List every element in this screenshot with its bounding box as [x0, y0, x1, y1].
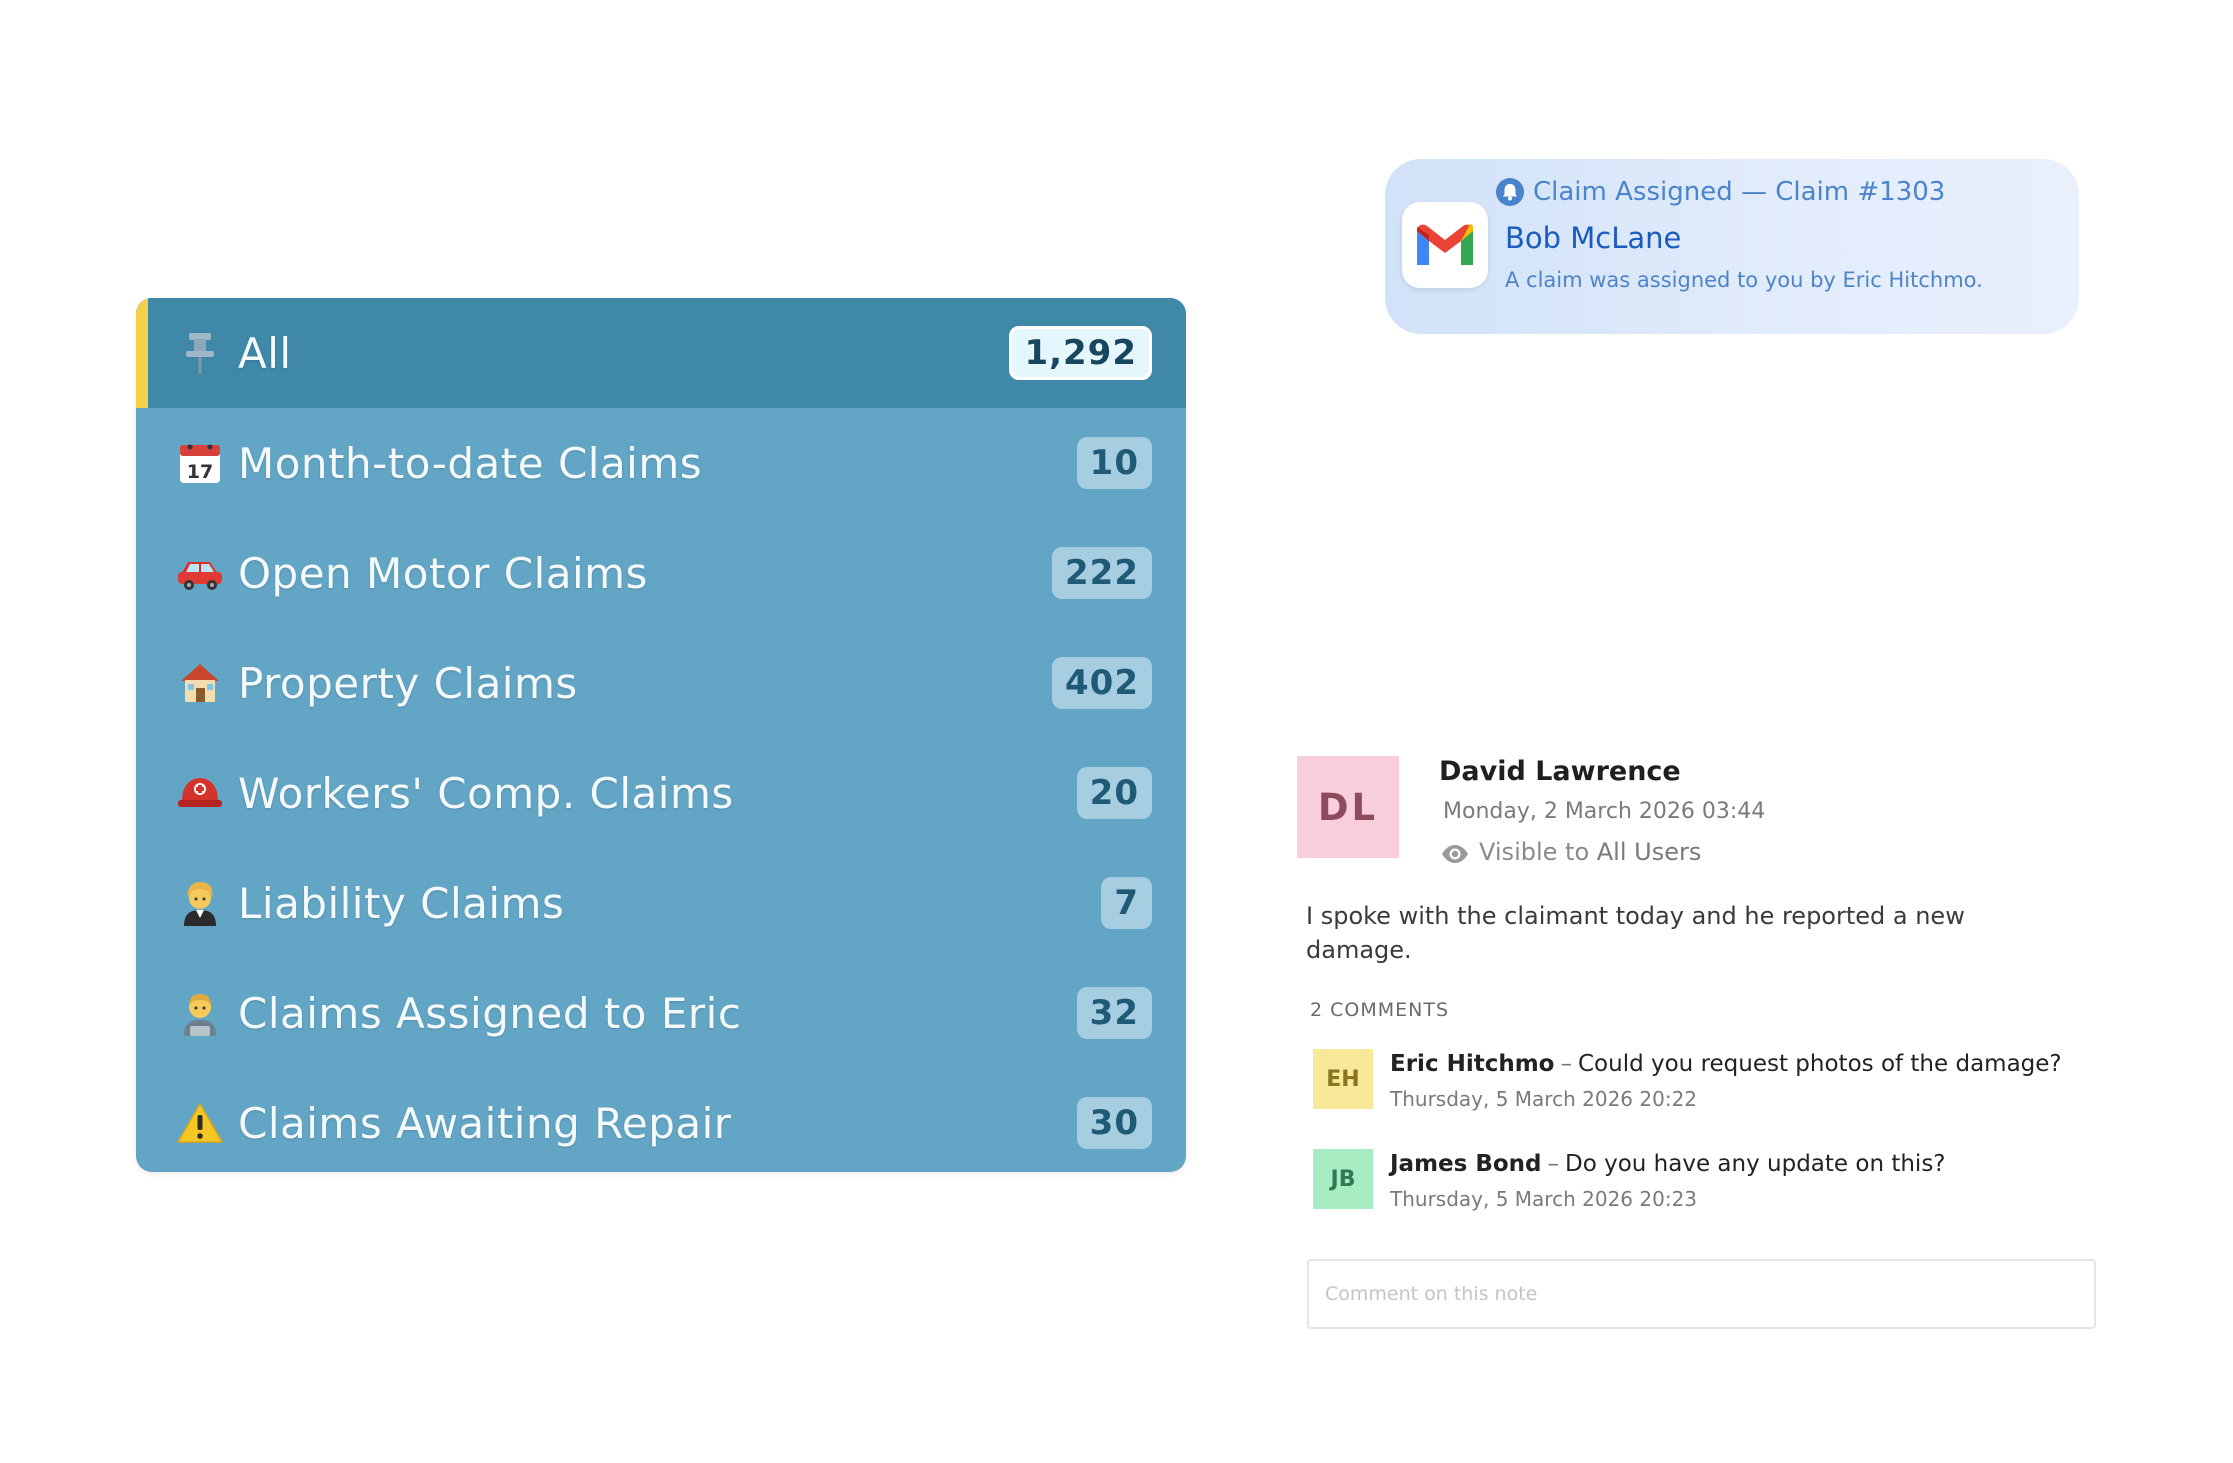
- claims-filter-workers-comp[interactable]: Workers' Comp. Claims 20: [136, 738, 1186, 848]
- notification-header: Claim Assigned — Claim #1303: [1495, 177, 1945, 207]
- eye-icon: [1441, 842, 1469, 863]
- claim-assigned-notification[interactable]: Claim Assigned — Claim #1303 Bob McLane …: [1385, 159, 2079, 334]
- claims-count-badge: 222: [1052, 547, 1152, 599]
- claims-filter-label: Month-to-date Claims: [238, 438, 703, 488]
- comment-line: Eric Hitchmo – Could you request photos of…: [1390, 1051, 2062, 1077]
- claims-filter-liability[interactable]: Liability Claims 7: [136, 848, 1186, 958]
- note-author-avatar: DL: [1297, 756, 1399, 858]
- note-author-name: David Lawrence: [1439, 756, 1681, 787]
- claims-filter-all[interactable]: All 1,292: [136, 298, 1186, 408]
- claims-filter-label: Property Claims: [238, 658, 578, 708]
- car-icon: [176, 549, 224, 597]
- claims-filter-month-to-date[interactable]: 17 Month-to-date Claims 10: [136, 408, 1186, 518]
- note-body: I spoke with the claimant today and he r…: [1306, 902, 1965, 964]
- note-visibility: Visible to All Users: [1441, 838, 1701, 866]
- house-icon: [176, 659, 224, 707]
- note-timestamp: Monday, 2 March 2026 03:44: [1443, 799, 1766, 824]
- claims-count-badge: 1,292: [1009, 326, 1152, 380]
- warning-icon: [176, 1099, 224, 1147]
- comment-author: James Bond: [1390, 1151, 1542, 1177]
- notification-title: Bob McLane: [1505, 221, 1682, 255]
- comment-separator: –: [1560, 1051, 1572, 1077]
- bell-icon: [1495, 177, 1525, 207]
- claims-filter-awaiting-repair[interactable]: Claims Awaiting Repair 30: [136, 1068, 1186, 1172]
- comment-avatar: EH: [1313, 1049, 1373, 1109]
- judge-icon: [176, 879, 224, 927]
- claims-filter-label: Liability Claims: [238, 878, 565, 928]
- svg-text:17: 17: [187, 461, 213, 483]
- claims-filter-label: All: [238, 328, 292, 378]
- comment-text: Do you have any update on this?: [1565, 1151, 1946, 1177]
- claims-filter-label: Open Motor Claims: [238, 548, 648, 598]
- rescue-helmet-icon: [176, 769, 224, 817]
- pushpin-icon: [176, 329, 224, 377]
- comment-text: Could you request photos of the damage?: [1577, 1051, 2062, 1077]
- calendar-icon: 17: [176, 439, 224, 487]
- claims-filter-label: Claims Awaiting Repair: [238, 1098, 732, 1148]
- comments-heading: 2 COMMENTS: [1310, 999, 1450, 1021]
- claims-count-badge: 20: [1076, 767, 1152, 819]
- office-worker-icon: [176, 989, 224, 1037]
- notification-body: A claim was assigned to you by Eric Hitc…: [1505, 268, 1983, 292]
- claims-count-badge: 32: [1076, 987, 1152, 1039]
- claims-filter-assigned-eric[interactable]: Claims Assigned to Eric 32: [136, 958, 1186, 1068]
- claims-count-badge: 7: [1101, 877, 1152, 929]
- claims-filter-label: Claims Assigned to Eric: [238, 988, 742, 1038]
- claims-count-badge: 30: [1076, 1097, 1152, 1149]
- gmail-icon: [1402, 202, 1488, 288]
- comment-line: James Bond – Do you have any update on thi…: [1390, 1151, 1946, 1177]
- visibility-target[interactable]: All Users: [1597, 838, 1702, 866]
- notification-header-text: Claim Assigned — Claim #1303: [1533, 177, 1946, 207]
- comment-separator: –: [1547, 1151, 1560, 1177]
- comment-input[interactable]: [1307, 1259, 2096, 1329]
- comment-timestamp: Thursday, 5 March 2026 20:22: [1390, 1087, 1698, 1111]
- claims-filter-panel: All 1,292 17 Month-to-date Claims 10 Ope…: [136, 298, 1186, 1172]
- claims-count-badge: 10: [1076, 437, 1152, 489]
- comment-avatar: JB: [1313, 1149, 1373, 1209]
- comment-timestamp: Thursday, 5 March 2026 20:23: [1390, 1187, 1698, 1211]
- visibility-prefix: Visible to: [1479, 838, 1590, 866]
- claims-filter-property[interactable]: Property Claims 402: [136, 628, 1186, 738]
- comment-author: Eric Hitchmo: [1390, 1051, 1555, 1077]
- claims-filter-label: Workers' Comp. Claims: [238, 768, 734, 818]
- claims-filter-open-motor[interactable]: Open Motor Claims 222: [136, 518, 1186, 628]
- claims-count-badge: 402: [1052, 657, 1152, 709]
